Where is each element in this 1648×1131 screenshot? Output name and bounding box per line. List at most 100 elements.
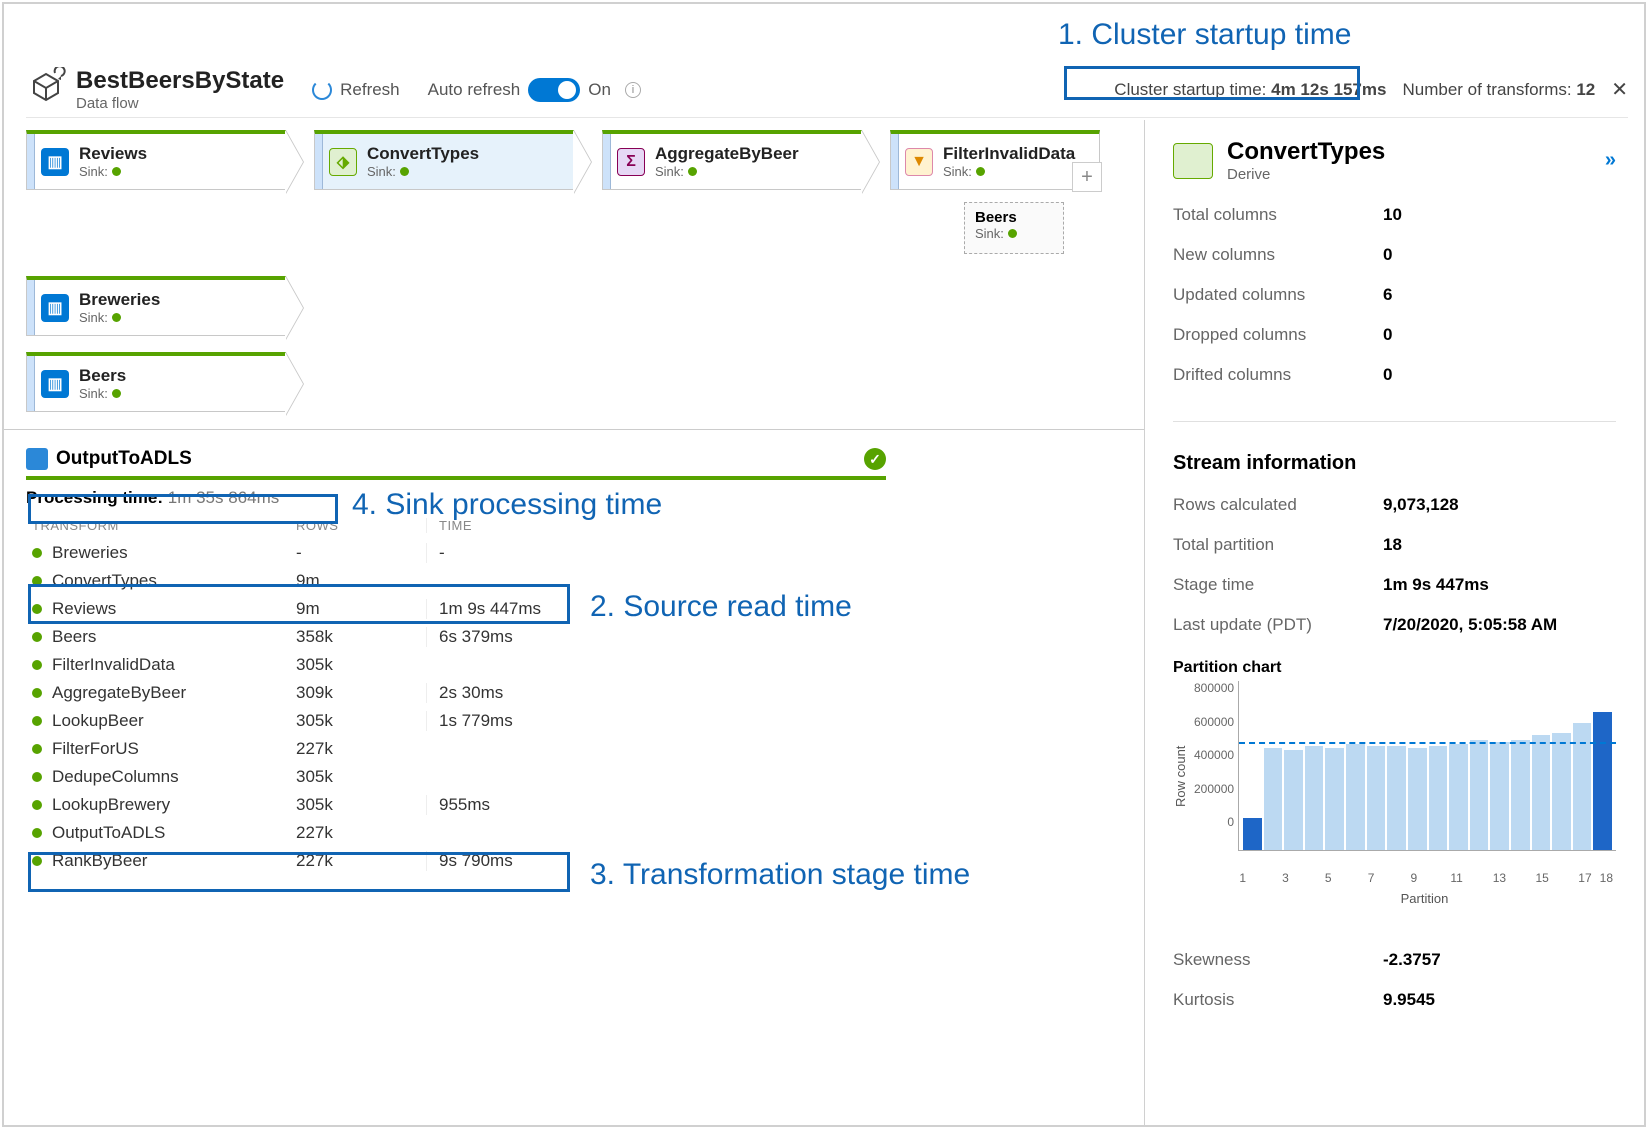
callout-box-3 [28,852,570,892]
chart-bar [1429,746,1448,850]
close-button[interactable]: ✕ [1611,77,1628,102]
node-filterinvaliddata[interactable]: ▼ FilterInvalidData Sink: [890,130,1100,190]
chart-bar [1593,712,1612,850]
table-row[interactable]: FilterInvalidData305k [26,651,886,679]
transforms-count: Number of transforms: 12 [1402,80,1595,100]
flow-title: BestBeersByState [76,67,284,95]
stat-row: Skewness-2.3757 [1173,940,1616,980]
source-icon: ▥ [41,370,69,398]
node-beers-ref[interactable]: Beers Sink: [964,202,1064,254]
table-row[interactable]: LookupBeer305k1s 779ms [26,707,886,735]
toggle-state: On [588,80,611,100]
stat-row: Drifted columns0 [1173,355,1616,395]
table-row[interactable]: Breweries-- [26,539,886,567]
y-axis-label: Row count [1173,681,1188,871]
chart-bar [1346,744,1365,850]
node-sink: Sink: [79,310,160,325]
success-icon: ✓ [864,448,886,470]
node-label: ConvertTypes [367,144,479,164]
details-title: ConvertTypes [1227,138,1385,166]
partition-chart: Partition chart Row count 80000060000040… [1173,659,1616,906]
source-icon: ▥ [41,294,69,322]
aggregate-icon: Σ [617,148,645,176]
refresh-button[interactable]: Refresh [312,80,400,100]
table-row[interactable]: FilterForUS227k [26,735,886,763]
transforms-label: Number of transforms: [1402,80,1571,99]
stat-row: Rows calculated9,073,128 [1173,485,1616,525]
node-sink: Sink: [367,164,479,179]
table-row[interactable]: AggregateByBeer309k2s 30ms [26,679,886,707]
callout-box-2 [28,584,570,624]
node-label: AggregateByBeer [655,144,799,164]
node-label: Reviews [79,144,147,164]
derive-icon [1173,143,1213,179]
chart-bar [1243,818,1262,850]
node-converttypes[interactable]: ⬗ ConvertTypes Sink: [314,130,574,190]
derive-icon: ⬗ [329,148,357,176]
chart-bar [1264,748,1283,850]
chart-bar [1552,733,1571,850]
stat-row: Total partition18 [1173,525,1616,565]
chart-bar [1470,740,1489,851]
node-label: Beers [79,366,126,386]
header-bar: BestBeersByState Data flow Refresh Auto … [26,62,1628,118]
stat-row: Stage time1m 9s 447ms [1173,565,1616,605]
filter-icon: ▼ [905,148,933,176]
table-row[interactable]: Beers358k6s 379ms [26,623,886,651]
chart-bar [1449,744,1468,850]
chart-bar [1490,742,1509,850]
stat-row: Kurtosis9.9545 [1173,980,1616,1020]
chart-bar [1511,740,1530,851]
source-icon: ▥ [41,148,69,176]
annotation-4: 4. Sink processing time [352,488,662,522]
table-row[interactable]: LookupBrewery305k955ms [26,791,886,819]
dataflow-icon [26,67,66,112]
refresh-label: Refresh [340,80,400,100]
node-label: Beers [975,209,1053,226]
annotation-2: 2. Source read time [590,590,852,624]
stat-row: Updated columns6 [1173,275,1616,315]
node-sink: Sink: [79,164,147,179]
stat-row: Dropped columns0 [1173,315,1616,355]
node-aggregatebybeer[interactable]: Σ AggregateByBeer Sink: [602,130,862,190]
chart-bar [1284,750,1303,850]
node-sink: Sink: [943,164,1075,179]
stat-row: Last update (PDT)7/20/2020, 5:05:58 AM [1173,605,1616,645]
node-beers[interactable]: ▥ Beers Sink: [26,352,286,412]
callout-box-4 [28,494,338,524]
stream-info-header: Stream information [1173,421,1616,475]
sink-icon [26,448,48,470]
flow-subtitle: Data flow [76,95,284,112]
table-row[interactable]: OutputToADLS227k [26,819,886,847]
expand-icon[interactable]: » [1605,149,1616,172]
info-icon[interactable]: i [625,82,641,98]
stat-row: New columns0 [1173,235,1616,275]
node-reviews[interactable]: ▥ Reviews Sink: [26,130,286,190]
details-panel: ConvertTypes Derive » Total columns10New… [1144,120,1644,1125]
auto-refresh-toggle[interactable]: Auto refresh On i [428,78,641,102]
annotation-1: 1. Cluster startup time [1058,18,1351,52]
auto-refresh-label: Auto refresh [428,80,521,100]
sink-title: OutputToADLS [56,448,192,470]
chart-bar [1325,748,1344,850]
chart-bar [1532,735,1551,850]
table-row[interactable]: DedupeColumns305k [26,763,886,791]
node-label: FilterInvalidData [943,144,1075,164]
node-breweries[interactable]: ▥ Breweries Sink: [26,276,286,336]
node-sink: Sink: [655,164,799,179]
chart-bar [1367,746,1386,850]
partition-chart-title: Partition chart [1173,659,1616,677]
x-axis-label: Partition [1233,891,1616,906]
details-type: Derive [1227,166,1385,183]
node-sink: Sink: [79,386,126,401]
annotation-3: 3. Transformation stage time [590,858,970,892]
chart-bar [1305,746,1324,850]
chart-bar [1408,748,1427,850]
stat-row: Total columns10 [1173,195,1616,235]
callout-box-1 [1064,66,1360,100]
toggle-switch[interactable] [528,78,580,102]
transforms-value: 12 [1576,80,1595,99]
add-node-button[interactable]: + [1072,162,1102,192]
refresh-icon [312,80,332,100]
sink-header[interactable]: OutputToADLS ✓ [26,436,886,480]
